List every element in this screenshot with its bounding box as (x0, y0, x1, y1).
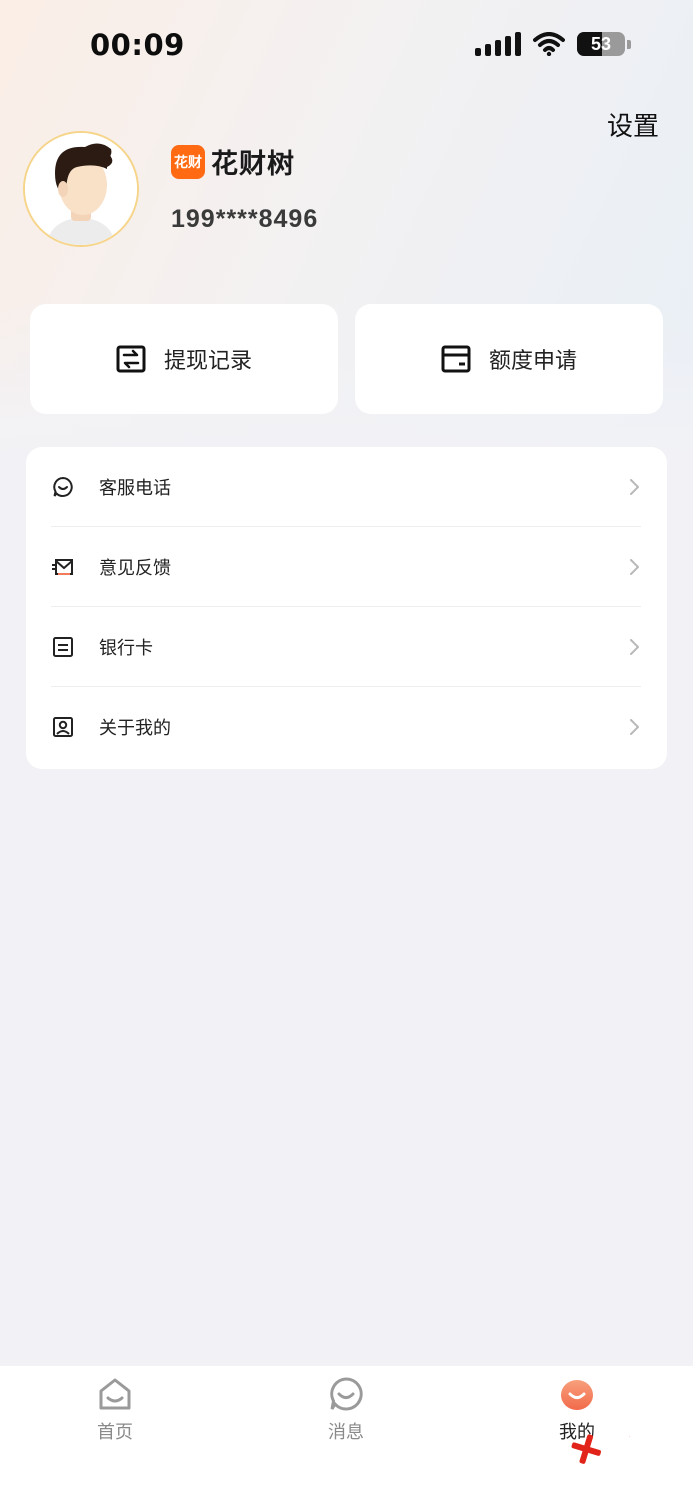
withdraw-record-icon (116, 345, 146, 373)
menu-item-label: 银行卡 (99, 638, 153, 659)
menu-item-about[interactable]: 关于我的 (51, 687, 641, 767)
withdraw-record-button[interactable]: 提现记录 (30, 304, 338, 414)
profile-card-icon (51, 715, 75, 739)
phone-number: 199****8496 (171, 205, 319, 233)
menu-item-label: 意见反馈 (99, 558, 171, 579)
brand-logo: 花财 (171, 144, 205, 179)
status-time: 00:09 (90, 28, 185, 62)
wifi-icon (533, 32, 565, 56)
cellular-signal-icon (475, 32, 521, 56)
feedback-mail-icon (51, 555, 75, 579)
credit-apply-icon (441, 345, 471, 373)
status-indicators: 53 (475, 32, 631, 56)
avatar[interactable] (23, 131, 139, 247)
home-icon (99, 1378, 131, 1410)
message-icon (330, 1377, 363, 1411)
chevron-right-icon (630, 479, 639, 495)
menu-item-customer-service[interactable]: 客服电话 (51, 447, 641, 527)
brand: 花财 花财树 (171, 142, 295, 181)
credit-apply-button[interactable]: 额度申请 (355, 304, 663, 414)
chat-bubble-icon (51, 475, 75, 499)
tab-label: 消息 (328, 1422, 364, 1443)
brand-name: 花财树 (211, 149, 295, 180)
tab-label: 首页 (97, 1422, 133, 1443)
menu-item-bank-card[interactable]: 银行卡 (51, 607, 641, 687)
chevron-right-icon (630, 559, 639, 575)
mine-icon (561, 1380, 593, 1410)
menu-item-label: 关于我的 (99, 718, 171, 739)
menu-item-feedback[interactable]: 意见反馈 (51, 527, 641, 607)
tab-home[interactable]: 首页 (65, 1376, 165, 1444)
battery-tip (627, 39, 631, 49)
menu-item-label: 客服电话 (99, 478, 171, 499)
tab-messages[interactable]: 消息 (296, 1376, 396, 1444)
menu-list: 客服电话 意见反馈 银行卡 关于我的 (26, 447, 667, 769)
settings-button[interactable]: 设置 (607, 106, 659, 143)
withdraw-record-label: 提现记录 (163, 349, 252, 374)
user-avatar-illustration (25, 133, 137, 245)
battery-level: 53 (590, 33, 612, 54)
battery-icon: 53 (577, 32, 625, 56)
credit-apply-label: 额度申请 (488, 349, 577, 374)
bank-card-icon (51, 635, 75, 659)
chevron-right-icon (630, 719, 639, 735)
chevron-right-icon (630, 639, 639, 655)
